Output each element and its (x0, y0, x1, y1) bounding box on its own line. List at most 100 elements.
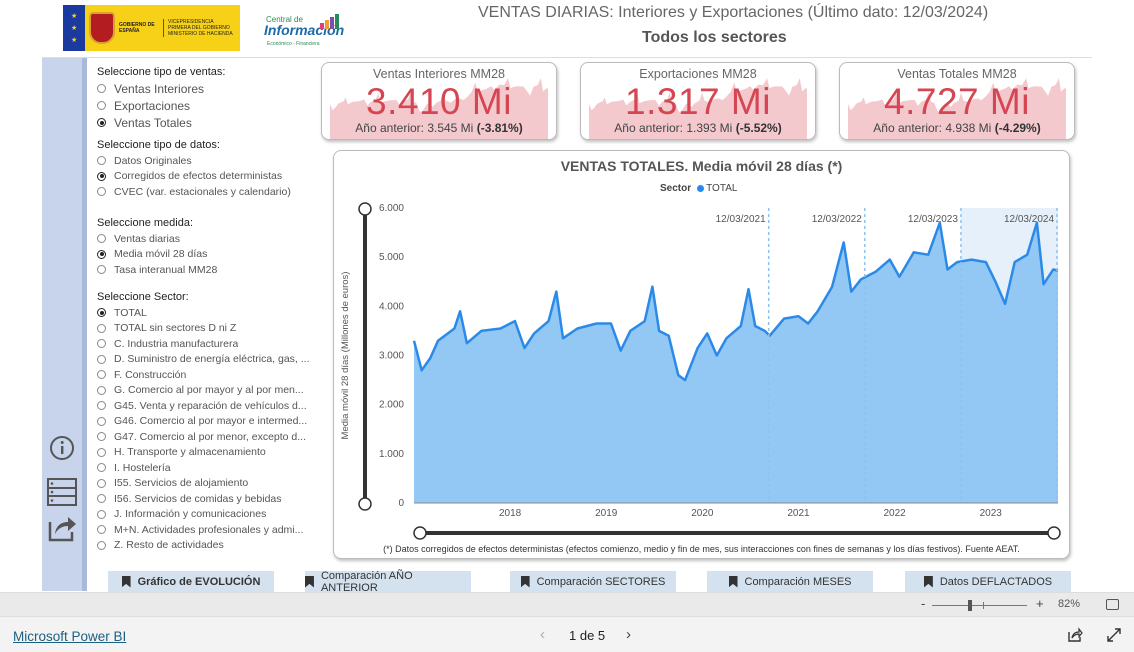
zoom-in-button[interactable]: + (1036, 596, 1044, 611)
radio-option[interactable]: Ventas diarias (97, 231, 217, 247)
share-arrow-icon[interactable] (46, 512, 78, 544)
prev-page-button[interactable]: ‹ (540, 626, 545, 643)
y-tick-label: 3.000 (379, 351, 404, 362)
radio-icon[interactable] (97, 265, 106, 275)
radio-icon[interactable] (97, 540, 106, 550)
marker-label: 12/03/2023 (908, 214, 958, 225)
radio-option[interactable]: G. Comercio al por mayor y al por men... (97, 383, 310, 399)
radio-option[interactable]: I56. Servicios de comidas y bebidas (97, 491, 310, 507)
radio-option[interactable]: Tasa interanual MM28 (97, 262, 217, 278)
radio-option[interactable]: Ventas Interiores (97, 80, 225, 97)
radio-option[interactable]: Ventas Totales (97, 114, 225, 131)
share-icon[interactable] (1067, 627, 1083, 643)
x-range-slider-handle-left[interactable] (413, 526, 427, 540)
radio-icon[interactable] (97, 525, 106, 535)
radio-option[interactable]: Datos Originales (97, 153, 291, 169)
radio-label: G. Comercio al por mayor y al por men... (114, 384, 304, 397)
fit-to-page-icon[interactable] (1106, 599, 1119, 610)
legend-item-total[interactable]: TOTAL (706, 183, 737, 194)
chart-title: VENTAS TOTALES. Media móvil 28 días (*) (560, 158, 843, 174)
radio-option[interactable]: J. Información y comunicaciones (97, 507, 310, 523)
radio-label: Z. Resto de actividades (114, 539, 224, 552)
tab-label: Comparación SECTORES (536, 575, 666, 588)
radio-option[interactable]: G46. Comercio al por mayor e intermed... (97, 414, 310, 430)
y-range-slider-handle-bottom[interactable] (358, 497, 372, 511)
filter-tipo-ventas: Seleccione tipo de ventas: Ventas Interi… (97, 66, 225, 131)
left-sidebar-accent (82, 58, 87, 591)
zoom-slider-track[interactable] (932, 605, 1027, 606)
radio-icon[interactable] (97, 156, 106, 166)
y-tick-label: 1.000 (379, 449, 404, 460)
zoom-slider-tick (983, 602, 984, 609)
radio-option[interactable]: D. Suministro de energía eléctrica, gas,… (97, 352, 310, 368)
radio-option[interactable]: H. Transporte y almacenamiento (97, 445, 310, 461)
radio-icon[interactable] (97, 323, 106, 333)
bookmark-icon (728, 575, 738, 588)
radio-option[interactable]: M+N. Actividades profesionales y admi... (97, 522, 310, 538)
radio-icon[interactable] (97, 478, 106, 488)
zoom-out-button[interactable]: - (921, 596, 925, 611)
kpi-title: Ventas Interiores MM28 (372, 67, 505, 81)
info-icon[interactable] (46, 432, 78, 464)
tab-button[interactable]: Comparación AÑO ANTERIOR (305, 569, 471, 594)
radio-option[interactable]: I55. Servicios de alojamiento (97, 476, 310, 492)
kpi-card-totales[interactable]: Ventas Totales MM28 4.727 Mi Año anterio… (839, 62, 1075, 140)
table-icon[interactable] (46, 476, 78, 508)
powerbi-link[interactable]: Microsoft Power BI (13, 629, 126, 644)
radio-option[interactable]: CVEC (var. estacionales y calendario) (97, 184, 291, 200)
radio-label: CVEC (var. estacionales y calendario) (114, 185, 291, 198)
radio-icon[interactable] (97, 84, 106, 93)
tab-button[interactable]: Gráfico de EVOLUCIÓN (108, 571, 274, 592)
radio-option[interactable]: G47. Comercio al por menor, excepto d... (97, 429, 310, 445)
radio-option[interactable]: TOTAL (97, 305, 310, 321)
radio-option[interactable]: Corregidos de efectos deterministas (97, 169, 291, 185)
filter-heading: Seleccione tipo de datos: (97, 139, 220, 151)
radio-icon[interactable] (97, 187, 106, 197)
radio-option[interactable]: Z. Resto de actividades (97, 538, 310, 554)
next-page-button[interactable]: › (626, 626, 631, 643)
fullscreen-icon[interactable] (1106, 627, 1122, 643)
tab-button[interactable]: Datos DEFLACTADOS (905, 571, 1071, 592)
radio-icon[interactable] (97, 447, 106, 457)
radio-option[interactable]: I. Hostelería (97, 460, 310, 476)
radio-icon[interactable] (97, 463, 106, 473)
radio-label: TOTAL (114, 306, 147, 319)
radio-label: Ventas Totales (114, 115, 192, 130)
x-range-slider-handle-right[interactable] (1047, 526, 1061, 540)
radio-icon[interactable] (97, 401, 106, 411)
radio-option[interactable]: C. Industria manufacturera (97, 336, 310, 352)
footer-bar: Microsoft Power BI ‹ 1 de 5 › (0, 616, 1134, 652)
radio-icon[interactable] (97, 370, 106, 380)
radio-option[interactable]: Exportaciones (97, 97, 225, 114)
radio-icon[interactable] (97, 339, 106, 349)
tab-button[interactable]: Comparación SECTORES (510, 571, 676, 592)
radio-icon[interactable] (97, 509, 106, 519)
report-canvas: ★ ★ ★ GOBIERNO DE ESPAÑA VICEPRESIDENCIA P… (0, 0, 1134, 594)
kpi-title: Exportaciones MM28 (639, 67, 757, 81)
tab-label: Comparación AÑO ANTERIOR (320, 569, 413, 594)
kpi-card-interiores[interactable]: Ventas Interiores MM28 3.410 Mi Año ante… (321, 62, 557, 140)
y-range-slider-handle-top[interactable] (358, 202, 372, 216)
radio-icon[interactable] (97, 101, 106, 110)
radio-icon[interactable] (97, 416, 106, 426)
kpi-card-exportaciones[interactable]: Exportaciones MM28 1.317 Mi Año anterior… (580, 62, 816, 140)
radio-icon[interactable] (97, 171, 106, 181)
radio-option[interactable]: Media móvil 28 días (97, 247, 217, 263)
radio-icon[interactable] (97, 249, 106, 259)
radio-icon[interactable] (97, 354, 106, 364)
radio-icon[interactable] (97, 118, 106, 127)
kpi-title: Ventas Totales MM28 (897, 67, 1017, 81)
radio-option[interactable]: G45. Venta y reparación de vehículos d..… (97, 398, 310, 414)
radio-icon[interactable] (97, 308, 106, 318)
zoom-slider-thumb[interactable] (968, 600, 972, 611)
tab-button[interactable]: Comparación MESES (707, 571, 873, 592)
radio-label: Corregidos de efectos deterministas (114, 170, 283, 183)
radio-option[interactable]: TOTAL sin sectores D ni Z (97, 321, 310, 337)
tab-label: Datos DEFLACTADOS (939, 575, 1053, 588)
radio-icon[interactable] (97, 432, 106, 442)
filter-sector: Seleccione Sector: TOTAL TOTAL sin sector… (97, 291, 310, 553)
radio-icon[interactable] (97, 385, 106, 395)
radio-option[interactable]: F. Construcción (97, 367, 310, 383)
radio-icon[interactable] (97, 494, 106, 504)
radio-icon[interactable] (97, 234, 106, 244)
